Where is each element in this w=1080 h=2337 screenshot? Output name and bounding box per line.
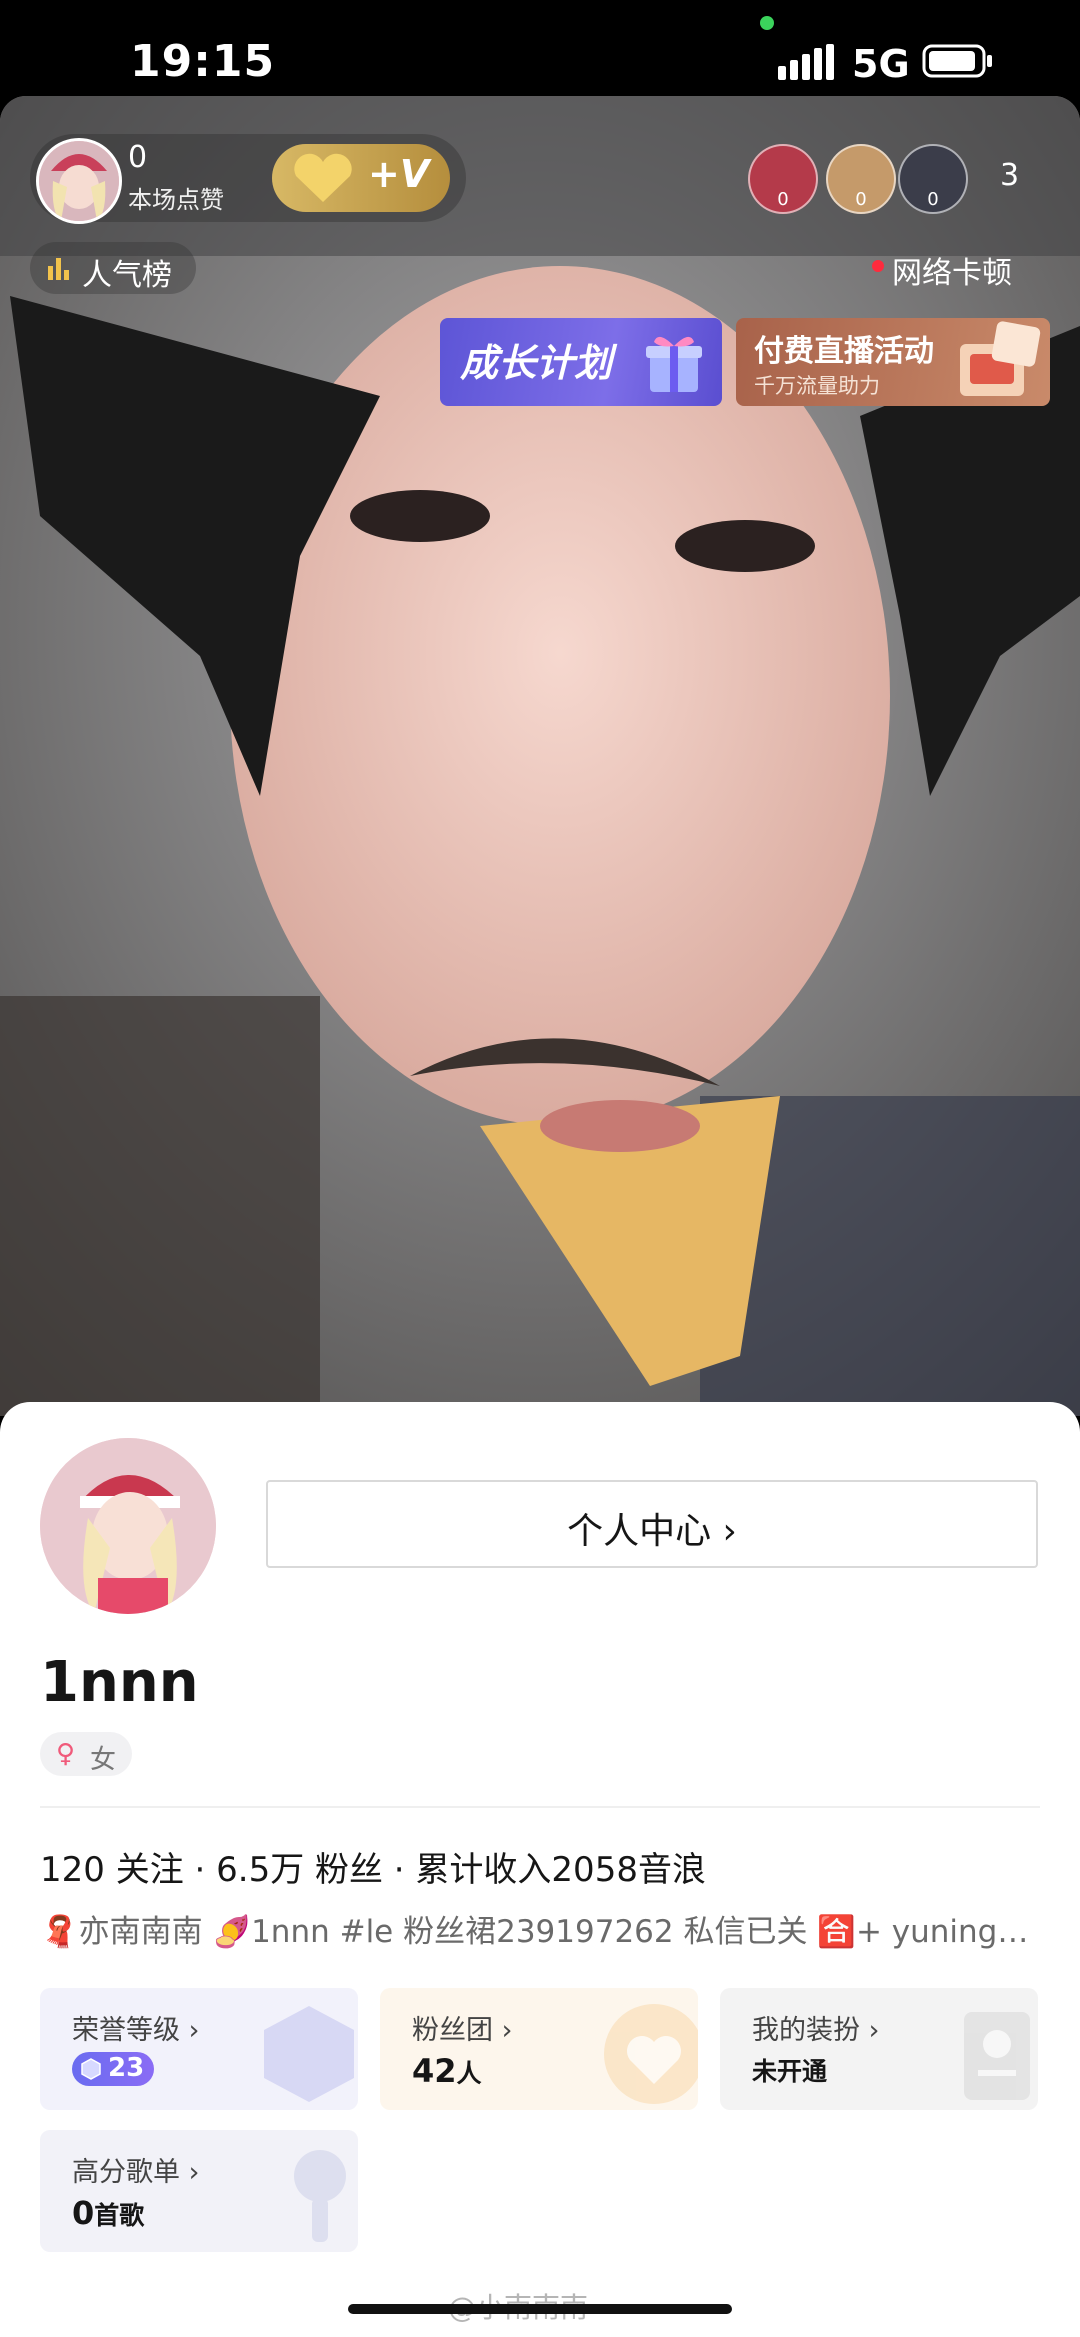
- microphone-deco-icon: [294, 2150, 346, 2242]
- top-songs-label: 高分歌单 ›: [72, 2157, 200, 2188]
- fan-club-label: 粉丝团 ›: [412, 2015, 513, 2046]
- stream-video-frame: [0, 96, 1080, 1416]
- profile-bio: 🧣亦南南南 🍠1nnn #le 粉丝裙239197262 私信已关 🈴+ yun…: [40, 1906, 1040, 1951]
- level-badge: 23: [72, 2052, 154, 2086]
- level-number: 23: [108, 2053, 145, 2083]
- privacy-indicator: [760, 16, 774, 30]
- top-songs-card[interactable]: 高分歌单 › 0首歌: [40, 2130, 358, 2252]
- id-card-deco-icon: [964, 2012, 1030, 2100]
- female-icon: ♀: [56, 1739, 76, 1769]
- honor-level-label: 荣誉等级 ›: [72, 2015, 200, 2046]
- divider: [40, 1806, 1040, 1808]
- ticket-icon: [960, 321, 1041, 396]
- paid-live-event-banner[interactable]: 付费直播活动 千万流量助力: [736, 318, 1050, 406]
- viewer-avatar[interactable]: 0: [826, 144, 896, 214]
- top-songs-count: 0: [72, 2194, 95, 2232]
- heart-deco-icon: [604, 2004, 698, 2104]
- home-indicator[interactable]: [348, 2304, 732, 2314]
- network-type: 5G: [852, 42, 910, 86]
- rank-bars-icon: [48, 258, 69, 280]
- bio-part-3: + yuning…: [855, 1914, 1029, 1950]
- fan-club-count: 42: [412, 2052, 457, 2090]
- status-bar: 19:15 5G: [0, 0, 1080, 96]
- follow-plus-v: +V: [368, 152, 430, 196]
- likes-count: 0: [128, 140, 148, 175]
- personal-center-label: 个人中心 ›: [567, 1511, 737, 1552]
- paid-live-subtitle: 千万流量助力: [754, 374, 880, 398]
- scarf-icon: 🧣: [40, 1914, 79, 1950]
- hexagon-icon: [81, 2058, 101, 2080]
- signal-icon: [778, 44, 834, 80]
- viewer-avatar[interactable]: 0: [898, 144, 968, 214]
- viewer-avatar[interactable]: 0: [748, 144, 818, 214]
- battery-icon: [922, 44, 992, 78]
- cube-deco-icon: [264, 2006, 354, 2102]
- gender-label: 女: [90, 1745, 117, 1775]
- profile-sheet: 个人中心 › 1nnn ♀ 女 120 关注 · 6.5万 粉丝 · 累计收入2…: [0, 1402, 1080, 2337]
- status-time: 19:15: [130, 36, 276, 87]
- live-stream-view[interactable]: 0 本场点赞 +V 0 0 0 3 人气榜 网络卡顿 成长计划 付费直播活动 千…: [0, 96, 1080, 1416]
- honor-level-card[interactable]: 荣誉等级 › 23: [40, 1988, 358, 2110]
- gender-tag: ♀ 女: [40, 1732, 132, 1776]
- top-songs-unit: 首歌: [94, 2201, 145, 2230]
- my-outfit-label: 我的装扮 ›: [752, 2015, 880, 2046]
- bio-part-1: 亦南南南: [78, 1914, 203, 1950]
- rank-label: 人气榜: [82, 258, 172, 293]
- network-status-label: 网络卡顿: [892, 256, 1012, 291]
- fan-club-card[interactable]: 粉丝团 › 42人: [380, 1988, 698, 2110]
- gift-icon: [646, 336, 702, 392]
- heart-icon: [294, 153, 352, 202]
- likes-label: 本场点赞: [128, 186, 224, 214]
- host-info-pill[interactable]: 0 本场点赞 +V: [30, 134, 466, 224]
- sweet-potato-icon: 🍠: [212, 1914, 252, 1950]
- my-outfit-value: 未开通: [752, 2057, 828, 2086]
- growth-plan-label: 成长计划: [460, 341, 613, 385]
- username: 1nnn: [40, 1650, 199, 1715]
- profile-avatar[interactable]: [40, 1438, 216, 1614]
- paid-live-title: 付费直播活动: [754, 334, 934, 369]
- bio-part-2: 1nnn #le 粉丝裙239197262 私信已关: [251, 1914, 808, 1950]
- popularity-rank-button[interactable]: 人气榜: [30, 242, 196, 294]
- profile-stats[interactable]: 120 关注 · 6.5万 粉丝 · 累计收入2058音浪: [40, 1842, 706, 1891]
- record-dot-icon: [872, 260, 884, 272]
- combine-emoji-icon: 🈴: [817, 1914, 856, 1950]
- growth-plan-banner[interactable]: 成长计划: [440, 318, 722, 406]
- fan-club-unit: 人: [456, 2059, 482, 2088]
- viewer-count[interactable]: 3: [1000, 158, 1019, 193]
- my-outfit-card[interactable]: 我的装扮 › 未开通: [720, 1988, 1038, 2110]
- follow-button[interactable]: +V: [272, 144, 450, 212]
- personal-center-button[interactable]: 个人中心 ›: [266, 1480, 1038, 1568]
- host-avatar[interactable]: [36, 138, 122, 224]
